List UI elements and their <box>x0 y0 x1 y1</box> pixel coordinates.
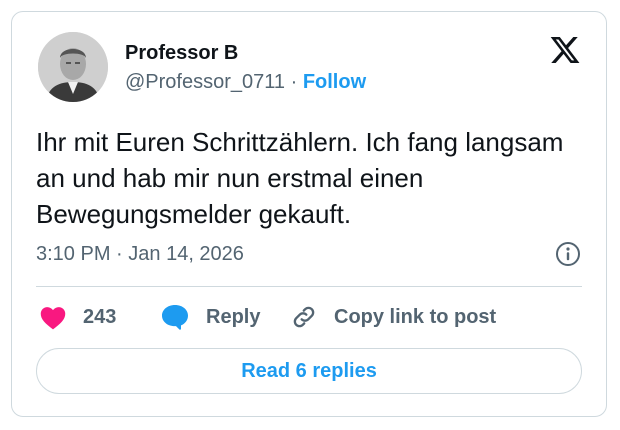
reply-bubble-icon <box>160 303 190 331</box>
author-name[interactable]: Professor B <box>125 41 238 65</box>
read-replies-label: Read 6 replies <box>241 359 377 382</box>
handle-separator: · <box>285 71 303 93</box>
heart-icon <box>39 304 67 330</box>
link-icon <box>290 303 318 331</box>
copy-link-label: Copy link to post <box>334 305 497 328</box>
tweet-card: Professor B @Professor_0711 · Follow Ihr… <box>11 11 607 417</box>
x-logo-icon[interactable] <box>549 34 581 66</box>
follow-button[interactable]: Follow <box>303 71 366 93</box>
tweet-timestamp[interactable]: 3:10 PM · Jan 14, 2026 <box>36 242 244 266</box>
copy-link-button[interactable]: Copy link to post <box>290 303 496 331</box>
like-count: 243 <box>83 305 117 328</box>
reply-button[interactable]: Reply <box>160 303 260 331</box>
like-button[interactable]: 243 <box>39 303 116 331</box>
author-handle-row: @Professor_0711 · Follow <box>125 70 366 94</box>
date-separator: · <box>110 243 129 265</box>
tweet-time: 3:10 PM <box>36 243 111 265</box>
tweet-date: Jan 14, 2026 <box>128 243 244 265</box>
info-icon[interactable] <box>555 241 581 267</box>
divider <box>36 286 582 287</box>
reply-label: Reply <box>206 305 261 328</box>
author-handle[interactable]: @Professor_0711 <box>125 71 285 93</box>
read-replies-button[interactable]: Read 6 replies <box>36 348 582 394</box>
avatar[interactable] <box>38 32 108 102</box>
tweet-text: Ihr mit Euren Schrittzählern. Ich fang l… <box>36 127 564 229</box>
